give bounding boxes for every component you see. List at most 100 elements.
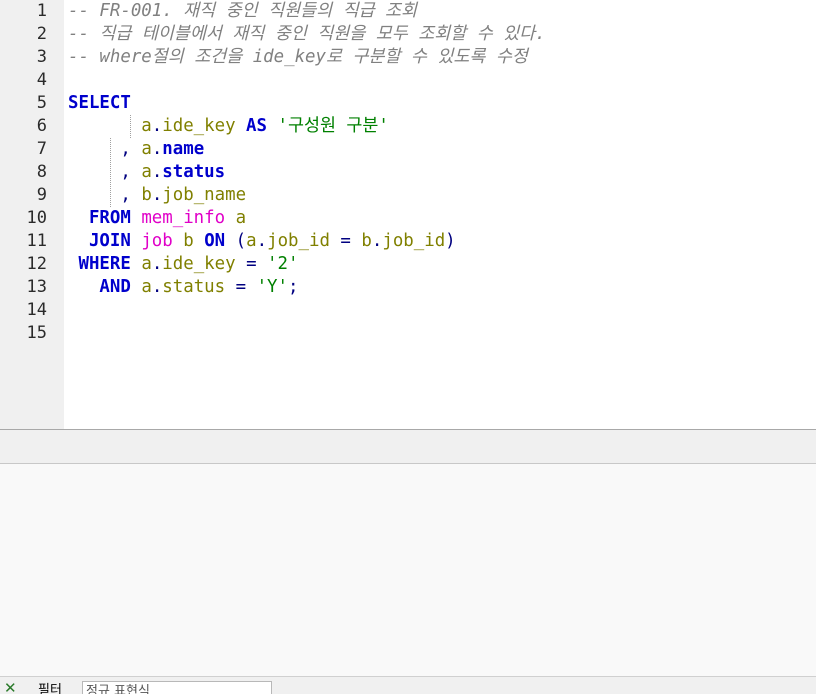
code-token: . (151, 185, 163, 205)
code-token: '2' (267, 254, 299, 274)
code-token: . (151, 162, 163, 182)
filter-input[interactable] (82, 681, 272, 694)
code-token: , (120, 185, 131, 205)
code-token: ; (288, 277, 299, 297)
indent-guide (130, 115, 131, 138)
code-token: name (162, 139, 205, 159)
filter-bar: ✕ 필터 (0, 676, 816, 694)
code-token: job_id (382, 231, 446, 251)
code-token: . (151, 116, 163, 136)
code-token: SELECT (68, 93, 131, 113)
code-token: ) (445, 231, 456, 251)
code-token: a (141, 254, 152, 274)
line-number: 3 (36, 47, 47, 67)
code-token: status (162, 162, 226, 182)
code-line: , a.name (68, 138, 204, 161)
code-token: , (120, 139, 131, 159)
code-token: a (141, 162, 152, 182)
line-number: 6 (36, 116, 47, 136)
code-token: b (183, 231, 194, 251)
code-token: status (162, 277, 226, 297)
line-number: 4 (36, 70, 47, 90)
code-token: a (141, 277, 152, 297)
code-token: . (151, 254, 163, 274)
filter-label: 필터 (38, 683, 62, 694)
code-line: -- 직급 테이블에서 재직 중인 직원을 모두 조회할 수 있다. (68, 23, 546, 46)
line-number: 5 (36, 93, 47, 113)
code-token: ( (235, 231, 247, 251)
code-token: '구성원 구분' (277, 116, 389, 136)
code-token: . (151, 139, 163, 159)
code-token: . (371, 231, 383, 251)
line-number: 2 (36, 24, 47, 44)
code-token: b (141, 185, 152, 205)
line-number: 7 (36, 139, 47, 159)
code-line: WHERE a.ide_key = '2' (68, 253, 298, 276)
code-token: a (141, 116, 152, 136)
sql-editor[interactable]: 1 2 3 4 5 6 7 8 9 10 11 12 13 14 15 -- FR-001. 재직 중인 직… (0, 0, 816, 429)
code-token: = (246, 254, 257, 274)
line-number: 1 (36, 1, 47, 21)
code-token: 'Y' (256, 277, 288, 297)
line-number-gutter: 1 2 3 4 5 6 7 8 9 10 11 12 13 14 15 (0, 0, 64, 429)
code-line: JOIN job b ON (a.job_id = b.job_id) (68, 230, 456, 253)
code-token: AS (246, 116, 267, 136)
code-token: = (340, 231, 351, 251)
line-number: 10 (26, 208, 47, 228)
indent-guide (110, 138, 111, 207)
code-token: job_id (267, 231, 330, 251)
code-token: -- FR-001. 재직 중인 직원들의 직급 조회 (68, 1, 418, 21)
line-number: 14 (26, 300, 47, 320)
close-icon[interactable]: ✕ (4, 679, 17, 694)
code-token: a (246, 231, 257, 251)
line-number: 9 (36, 185, 47, 205)
code-token: -- 직급 테이블에서 재직 중인 직원을 모두 조회할 수 있다. (68, 24, 546, 44)
line-number: 15 (26, 323, 47, 343)
code-token: ON (204, 231, 226, 251)
result-pane (0, 464, 816, 676)
code-line: , a.status (68, 161, 225, 184)
code-line: -- FR-001. 재직 중인 직원들의 직급 조회 (68, 0, 417, 23)
code-line: , b.job_name (68, 184, 246, 207)
code-line: FROM mem_info a (68, 207, 246, 230)
code-line: -- where절의 조건을 ide_key로 구분할 수 있도록 수정 (68, 46, 528, 69)
code-token: FROM (88, 208, 131, 228)
code-token: -- where절의 조건을 ide_key로 구분할 수 있도록 수정 (68, 47, 528, 67)
line-number: 11 (26, 231, 47, 251)
code-line: SELECT (68, 92, 131, 115)
line-number: 12 (26, 254, 47, 274)
line-number: 8 (36, 162, 47, 182)
pane-splitter[interactable] (0, 429, 816, 464)
code-token: . (256, 231, 268, 251)
code-line: a.ide_key AS '구성원 구분' (68, 115, 389, 138)
code-token: ide_key (162, 254, 236, 274)
code-token: b (361, 231, 372, 251)
code-token: mem_info (141, 208, 226, 228)
code-token: JOIN (88, 231, 131, 251)
code-line: AND a.status = 'Y'; (68, 276, 298, 299)
line-number: 13 (26, 277, 47, 297)
code-token: a (235, 208, 247, 228)
code-token: a (141, 139, 152, 159)
